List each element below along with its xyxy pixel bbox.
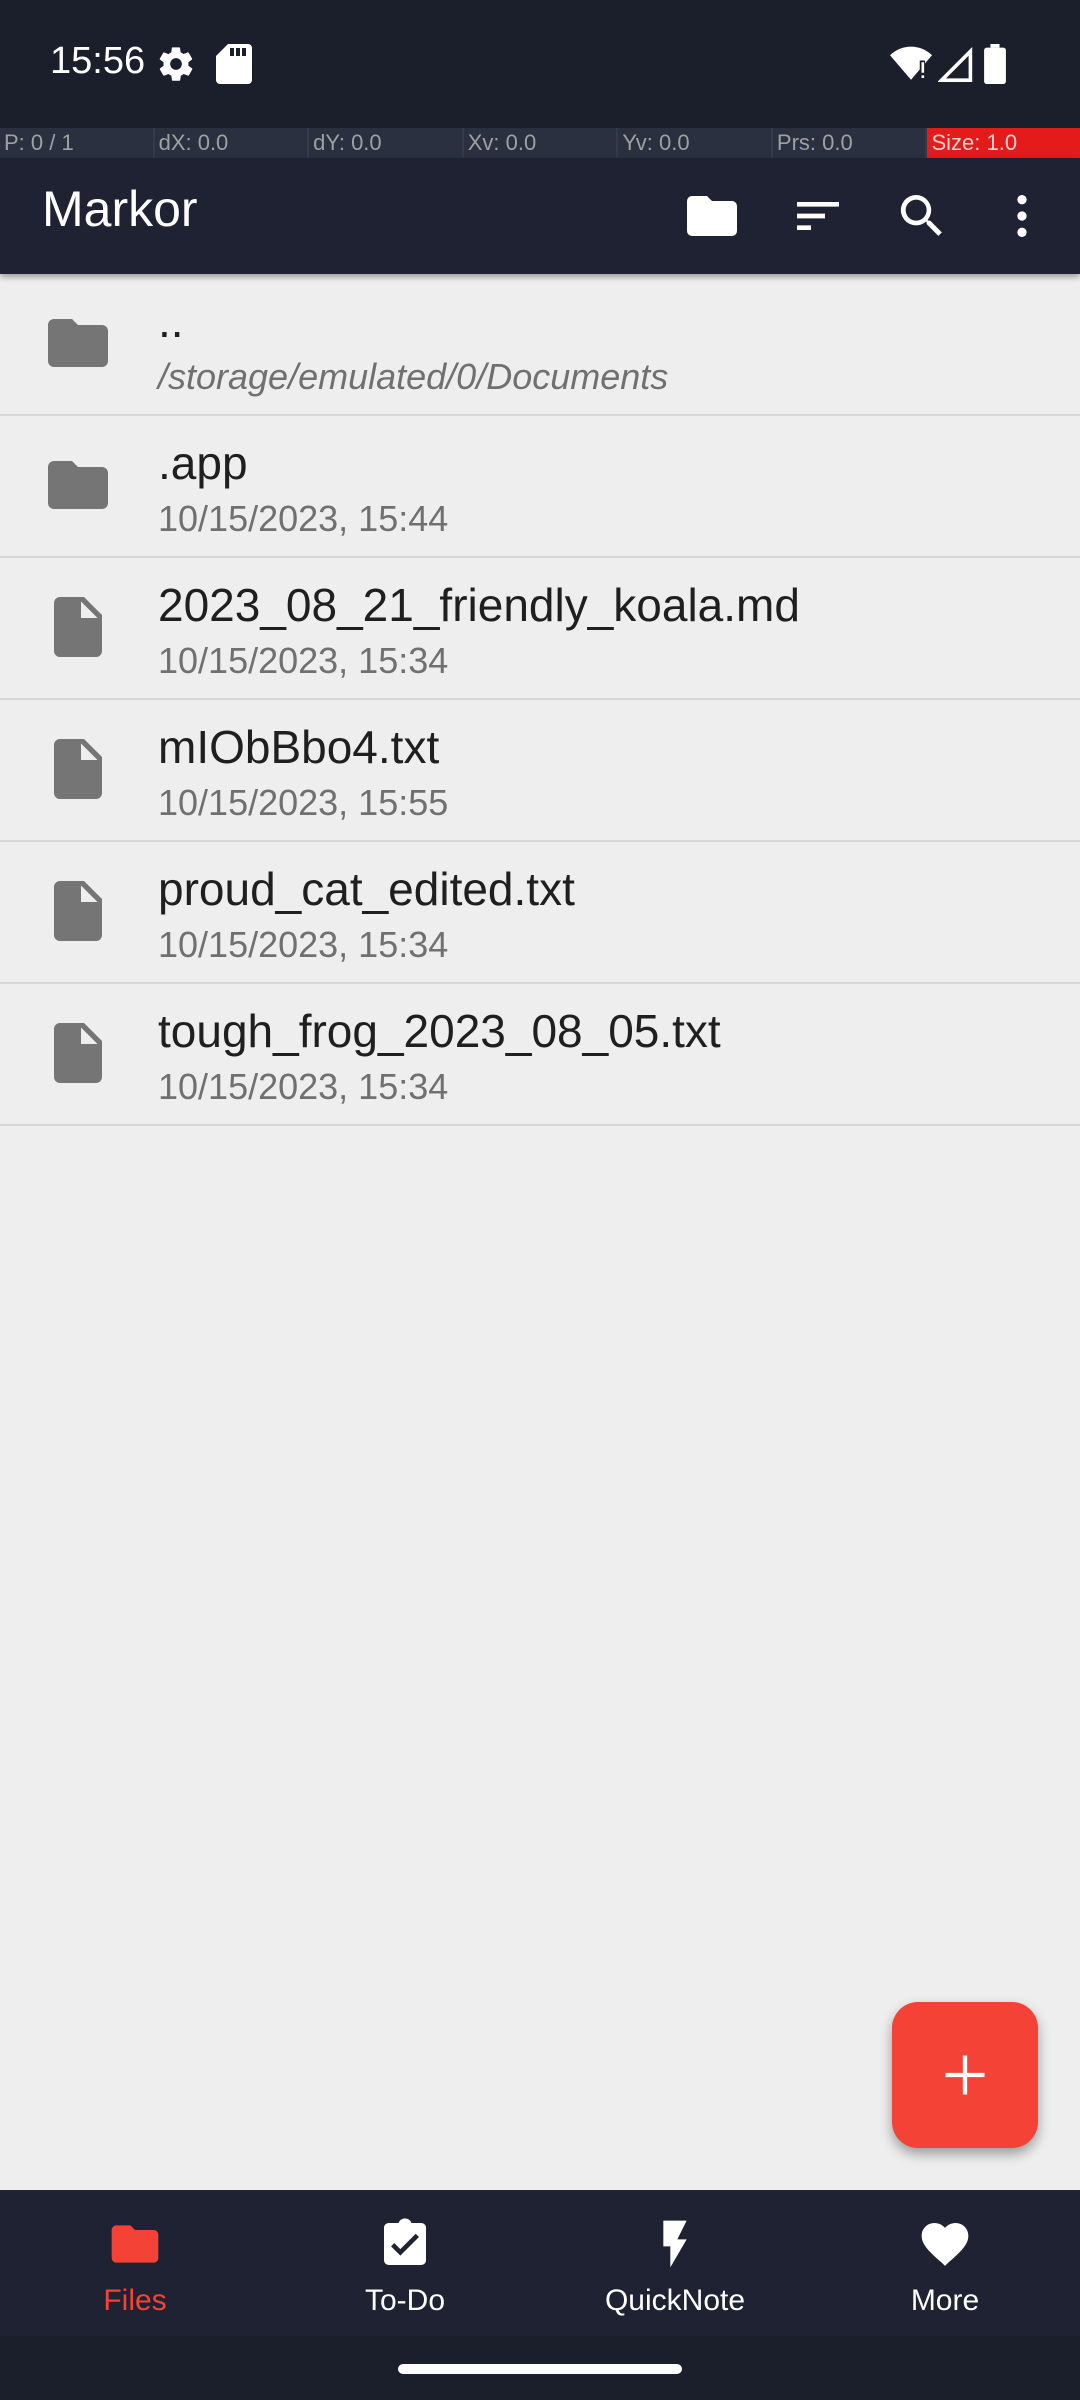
folder-button[interactable]: [676, 180, 748, 252]
file-date: 10/15/2023, 15:34: [158, 924, 449, 965]
search-button[interactable]: [886, 180, 958, 252]
file-name: .app: [158, 437, 248, 489]
home-gesture-handle[interactable]: [398, 2364, 682, 2374]
list-item[interactable]: mIObBbo4.txt 10/15/2023, 15:55: [0, 700, 1080, 842]
nav-label: More: [910, 2284, 980, 2317]
nav-label: To-Do: [364, 2284, 446, 2317]
signal-icon: [937, 44, 974, 89]
todo-clipboard-icon: [384, 2218, 426, 2265]
sort-icon: [797, 202, 839, 230]
gesture-bar: [0, 2336, 1080, 2400]
nav-files[interactable]: Files: [0, 2190, 270, 2336]
nav-more[interactable]: More: [810, 2190, 1080, 2336]
list-item[interactable]: proud_cat_edited.txt 10/15/2023, 15:34: [0, 842, 1080, 984]
file-icon: [54, 1023, 102, 1083]
plus-icon: [945, 2055, 985, 2095]
file-name: 2023_08_21_friendly_koala.md: [158, 579, 800, 631]
app-title: Markor: [42, 181, 198, 237]
list-item[interactable]: tough_frog_2023_08_05.txt 10/15/2023, 15…: [0, 984, 1080, 1126]
overlay-yv: Yv: 0.0: [618, 128, 773, 158]
folder-icon: [48, 319, 108, 367]
overlay-dy: dY: 0.0: [309, 128, 464, 158]
create-new-button[interactable]: [892, 2002, 1038, 2148]
overlay-dx: dX: 0.0: [154, 128, 310, 158]
folder-icon: [687, 196, 737, 236]
overlay-xv: Xv: 0.0: [463, 128, 619, 158]
search-icon: [900, 195, 942, 236]
file-icon: [54, 597, 102, 657]
list-item[interactable]: .. /storage/emulated/0/Documents: [0, 274, 1080, 416]
overlay-prs: Prs: 0.0: [772, 128, 928, 158]
bottom-navigation: Files To-Do QuickNote More: [0, 2190, 1080, 2336]
sort-button[interactable]: [782, 180, 854, 252]
file-date: 10/15/2023, 15:44: [158, 498, 449, 539]
file-name: ..: [158, 295, 184, 347]
lightning-icon: [663, 2220, 687, 2268]
more-vert-icon: [1017, 195, 1027, 237]
folder-icon: [111, 2225, 159, 2263]
file-icon: [54, 739, 102, 799]
heart-icon: [921, 2223, 969, 2266]
file-name: proud_cat_edited.txt: [158, 863, 575, 915]
list-item[interactable]: .app 10/15/2023, 15:44: [0, 416, 1080, 558]
status-time: 15:56: [50, 40, 146, 82]
pointer-debug-overlay: P: 0 / 1 dX: 0.0 dY: 0.0 Xv: 0.0 Yv: 0.0…: [0, 128, 1080, 158]
nav-label: QuickNote: [604, 2284, 746, 2317]
settings-icon: [156, 44, 196, 89]
more-options-button[interactable]: [986, 180, 1058, 252]
folder-icon: [48, 461, 108, 509]
file-list: .. /storage/emulated/0/Documents .app 10…: [0, 274, 1080, 1126]
file-icon: [54, 881, 102, 941]
file-date: 10/15/2023, 15:55: [158, 782, 449, 823]
list-item[interactable]: 2023_08_21_friendly_koala.md 10/15/2023,…: [0, 558, 1080, 700]
sd-card-icon: [216, 44, 252, 89]
wifi-icon: [890, 44, 932, 89]
file-name: tough_frog_2023_08_05.txt: [158, 1005, 721, 1057]
status-bar: 15:56: [0, 0, 1080, 128]
overlay-size: Size: 1.0: [927, 128, 1080, 158]
nav-quicknote[interactable]: QuickNote: [540, 2190, 810, 2336]
file-path: /storage/emulated/0/Documents: [158, 356, 669, 397]
file-name: mIObBbo4.txt: [158, 721, 440, 773]
nav-label: Files: [103, 2284, 167, 2317]
battery-icon: [984, 44, 1006, 89]
nav-todo[interactable]: To-Do: [270, 2190, 540, 2336]
overlay-pointer: P: 0 / 1: [0, 128, 155, 158]
file-date: 10/15/2023, 15:34: [158, 640, 449, 681]
app-bar: Markor: [0, 158, 1080, 274]
file-date: 10/15/2023, 15:34: [158, 1066, 449, 1107]
